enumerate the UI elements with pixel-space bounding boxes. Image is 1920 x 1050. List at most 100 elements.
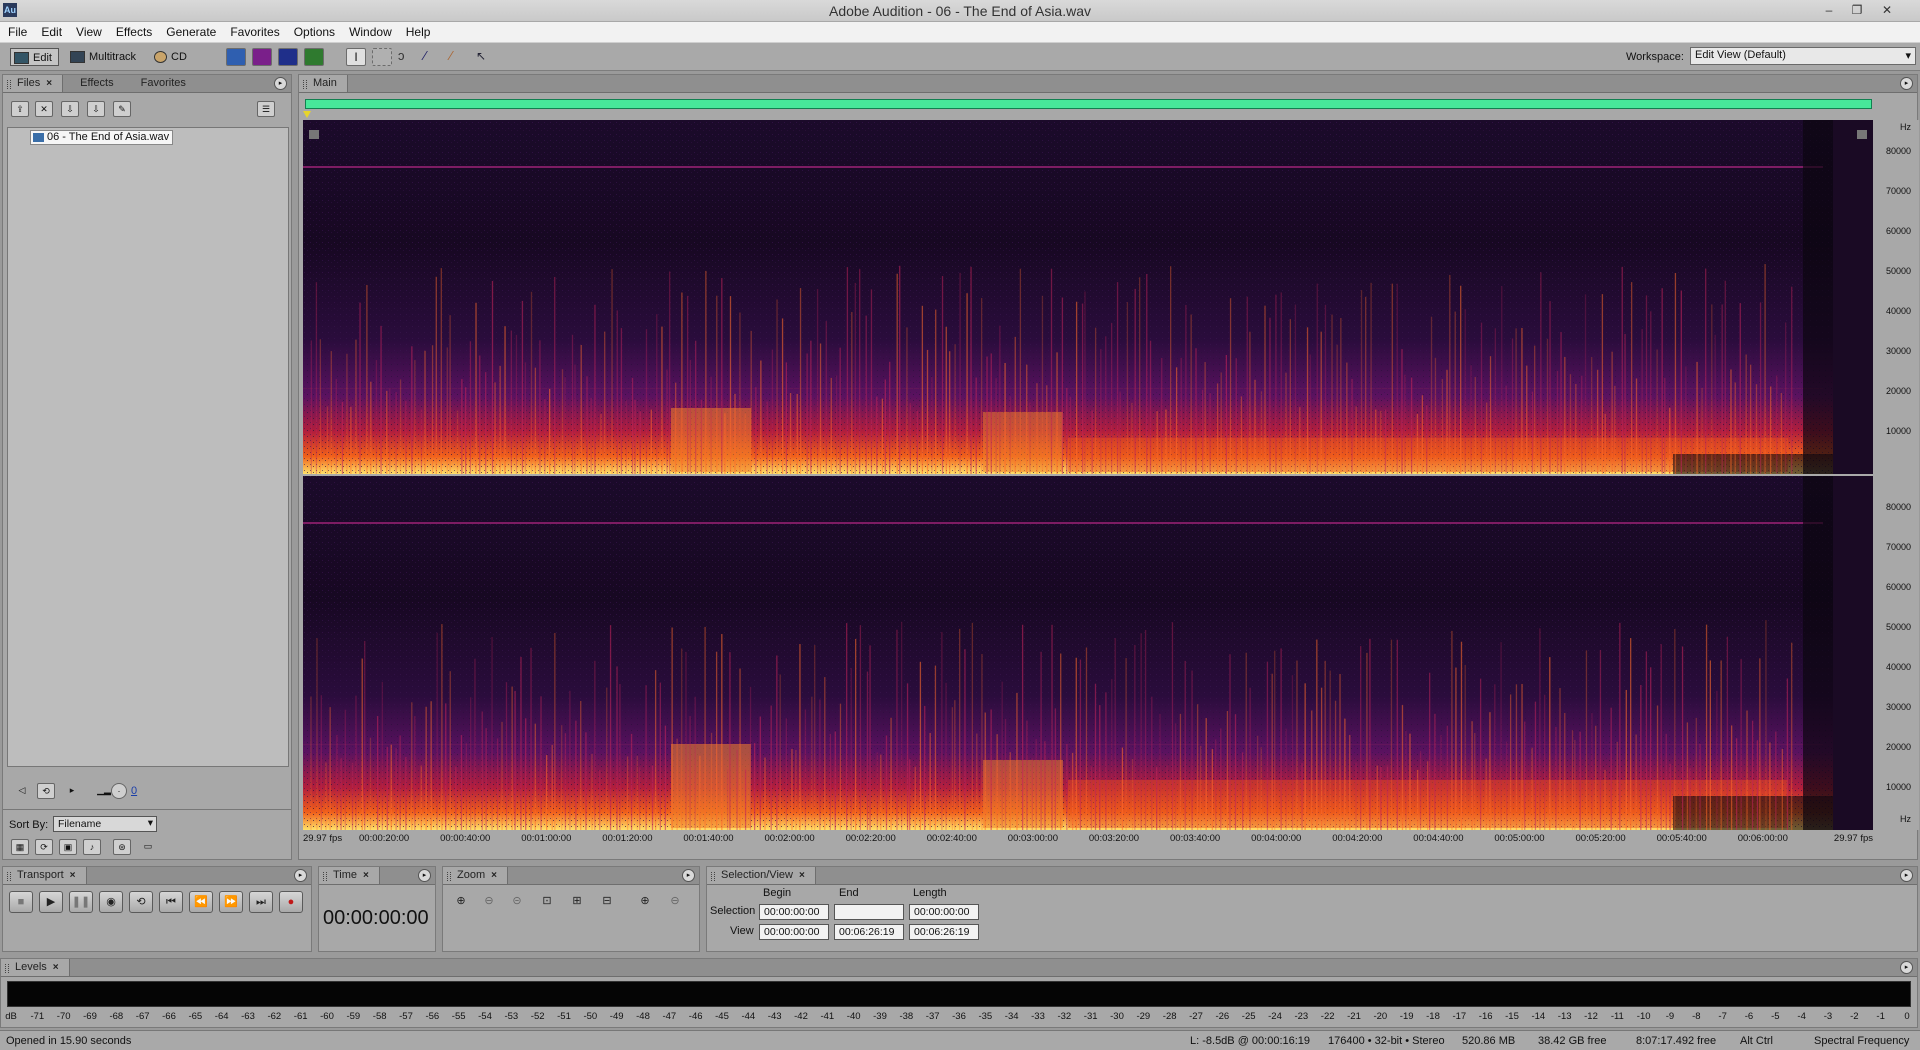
view-length-field[interactable]: 00:06:26:19 [909, 924, 979, 940]
zoom-in-vertical-icon[interactable]: ⊕ [633, 891, 657, 913]
restore-button[interactable]: ❐ [1846, 2, 1868, 18]
close-icon[interactable]: × [46, 78, 52, 89]
tab-transport[interactable]: Transport × [3, 867, 87, 884]
stop-icon[interactable]: ■ [9, 891, 33, 913]
go-to-end-icon[interactable]: ⏭ [249, 891, 273, 913]
close-icon[interactable]: × [799, 870, 805, 881]
menu-view[interactable]: View [68, 22, 108, 39]
status-format: 176400 • 32-bit • Stereo [1328, 1035, 1445, 1047]
zoom-corner-right-icon[interactable] [1857, 130, 1867, 139]
time-selection-tool-icon[interactable]: I [346, 48, 366, 66]
panel-menu-icon[interactable]: ▸ [1900, 77, 1913, 90]
go-to-start-icon[interactable]: ⏮ [159, 891, 183, 913]
tab-time[interactable]: Time × [319, 867, 380, 884]
import-file-icon[interactable]: ⇪ [11, 101, 29, 117]
menu-window[interactable]: Window [341, 22, 398, 39]
selection-end-field[interactable] [834, 904, 904, 920]
pan-view-icon[interactable] [278, 48, 298, 66]
loop-play-icon[interactable]: ⟲ [129, 891, 153, 913]
view-end-field[interactable]: 00:06:26:19 [834, 924, 904, 940]
zoom-out-vertical-icon[interactable]: ⊖ [663, 891, 687, 913]
tab-favorites[interactable]: Favorites [127, 75, 196, 92]
close-icon[interactable]: × [70, 870, 76, 881]
panel-menu-icon[interactable]: ▸ [274, 77, 287, 90]
show-midi-icon[interactable]: ♪ [83, 839, 101, 855]
insert-multitrack-icon[interactable]: ⇩ [61, 101, 79, 117]
full-path-icon[interactable]: ⊛ [113, 839, 131, 855]
speaker-icon[interactable]: ◁ [13, 783, 31, 799]
brush-tool-icon[interactable]: ⁄ [424, 48, 444, 66]
tab-files[interactable]: Files × [3, 75, 64, 92]
minimize-button[interactable]: – [1818, 2, 1840, 18]
panel-menu-icon[interactable]: ▸ [1900, 869, 1913, 882]
zoom-to-selection-icon[interactable]: ⊡ [535, 891, 559, 913]
view-begin-field[interactable]: 00:00:00:00 [759, 924, 829, 940]
playhead-marker-icon[interactable] [303, 111, 311, 118]
menu-generate[interactable]: Generate [158, 22, 222, 39]
close-icon[interactable]: × [363, 870, 369, 881]
menu-edit[interactable]: Edit [33, 22, 68, 39]
selection-length-field[interactable]: 00:00:00:00 [909, 904, 979, 920]
selection-begin-field[interactable]: 00:00:00:00 [759, 904, 829, 920]
play-to-end-icon[interactable]: ◉ [99, 891, 123, 913]
zoom-out-horizontal-icon[interactable]: ⊖ [477, 891, 501, 913]
panel-menu-icon[interactable]: ▸ [418, 869, 431, 882]
level-scale-label: -61 [293, 1011, 308, 1022]
tab-selection-view[interactable]: Selection/View × [707, 867, 816, 884]
tab-levels[interactable]: Levels × [1, 959, 70, 976]
show-waveform-icon[interactable]: ▦ [11, 839, 29, 855]
edit-view-button[interactable]: Edit [10, 48, 59, 66]
show-options-icon[interactable]: ☰ [257, 101, 275, 117]
spectral-display[interactable] [303, 120, 1873, 830]
tab-main[interactable]: Main [299, 75, 348, 92]
level-scale-label: -8 [1692, 1011, 1701, 1022]
close-file-icon[interactable]: ✕ [35, 101, 53, 117]
autoplay-value[interactable]: 0 [131, 785, 137, 797]
tab-zoom[interactable]: Zoom × [443, 867, 508, 884]
record-icon[interactable]: ● [279, 891, 303, 913]
waveform-view-icon[interactable] [226, 48, 246, 66]
close-icon[interactable]: × [491, 870, 497, 881]
loop-icon[interactable]: ⟲ [37, 783, 55, 799]
rewind-icon[interactable]: ⏪ [189, 891, 213, 913]
file-list-item[interactable]: 06 - The End of Asia.wav [30, 130, 174, 145]
spectral-view-icon[interactable] [252, 48, 272, 66]
show-loops-icon[interactable]: ⟳ [35, 839, 53, 855]
overview-bar[interactable] [305, 99, 1872, 109]
cue-list-icon[interactable]: ▭ [139, 839, 157, 855]
marquee-tool-icon[interactable] [372, 48, 392, 66]
cd-view-button[interactable]: CD [150, 48, 191, 66]
panel-menu-icon[interactable]: ▸ [1900, 961, 1913, 974]
tab-effects[interactable]: Effects [66, 75, 123, 92]
menu-favorites[interactable]: Favorites [222, 22, 285, 39]
panel-menu-icon[interactable]: ▸ [294, 869, 307, 882]
time-ruler[interactable]: 29.97 fps 29.97 fps 00:00:20:00 00:00:40:… [303, 831, 1919, 847]
play-icon[interactable]: ▶ [39, 891, 63, 913]
zoom-to-right-edge-icon[interactable]: ⊟ [595, 891, 619, 913]
close-icon[interactable]: × [53, 962, 59, 973]
lasso-tool-icon[interactable]: ↄ [398, 48, 418, 66]
pause-icon[interactable]: ❚❚ [69, 891, 93, 913]
show-video-icon[interactable]: ▣ [59, 839, 77, 855]
close-button[interactable]: ✕ [1876, 2, 1898, 18]
fast-forward-icon[interactable]: ⏩ [219, 891, 243, 913]
hybrid-tool-icon[interactable]: ↖ [476, 48, 496, 66]
menu-options[interactable]: Options [286, 22, 341, 39]
phase-view-icon[interactable] [304, 48, 324, 66]
play-preview-icon[interactable]: ▸ [63, 783, 81, 799]
zoom-to-left-edge-icon[interactable]: ⊞ [565, 891, 589, 913]
workspace-dropdown[interactable]: Edit View (Default) ▾ [1690, 47, 1916, 65]
multitrack-view-button[interactable]: Multitrack [66, 48, 140, 66]
menu-help[interactable]: Help [398, 22, 437, 39]
zoom-in-horizontal-icon[interactable]: ⊕ [449, 891, 473, 913]
spot-healing-tool-icon[interactable]: ⁄ [450, 48, 470, 66]
menu-file[interactable]: File [0, 22, 33, 39]
edit-file-icon[interactable]: ✎ [113, 101, 131, 117]
menu-effects[interactable]: Effects [108, 22, 158, 39]
zoom-corner-left-icon[interactable] [309, 130, 319, 139]
panel-menu-icon[interactable]: ▸ [682, 869, 695, 882]
zoom-out-full-icon[interactable]: ⊝ [505, 891, 529, 913]
autoplay-knob-icon[interactable]: · [111, 783, 127, 799]
insert-cd-icon[interactable]: ⇩ [87, 101, 105, 117]
sort-by-dropdown[interactable]: Filename ▾ [53, 816, 157, 832]
